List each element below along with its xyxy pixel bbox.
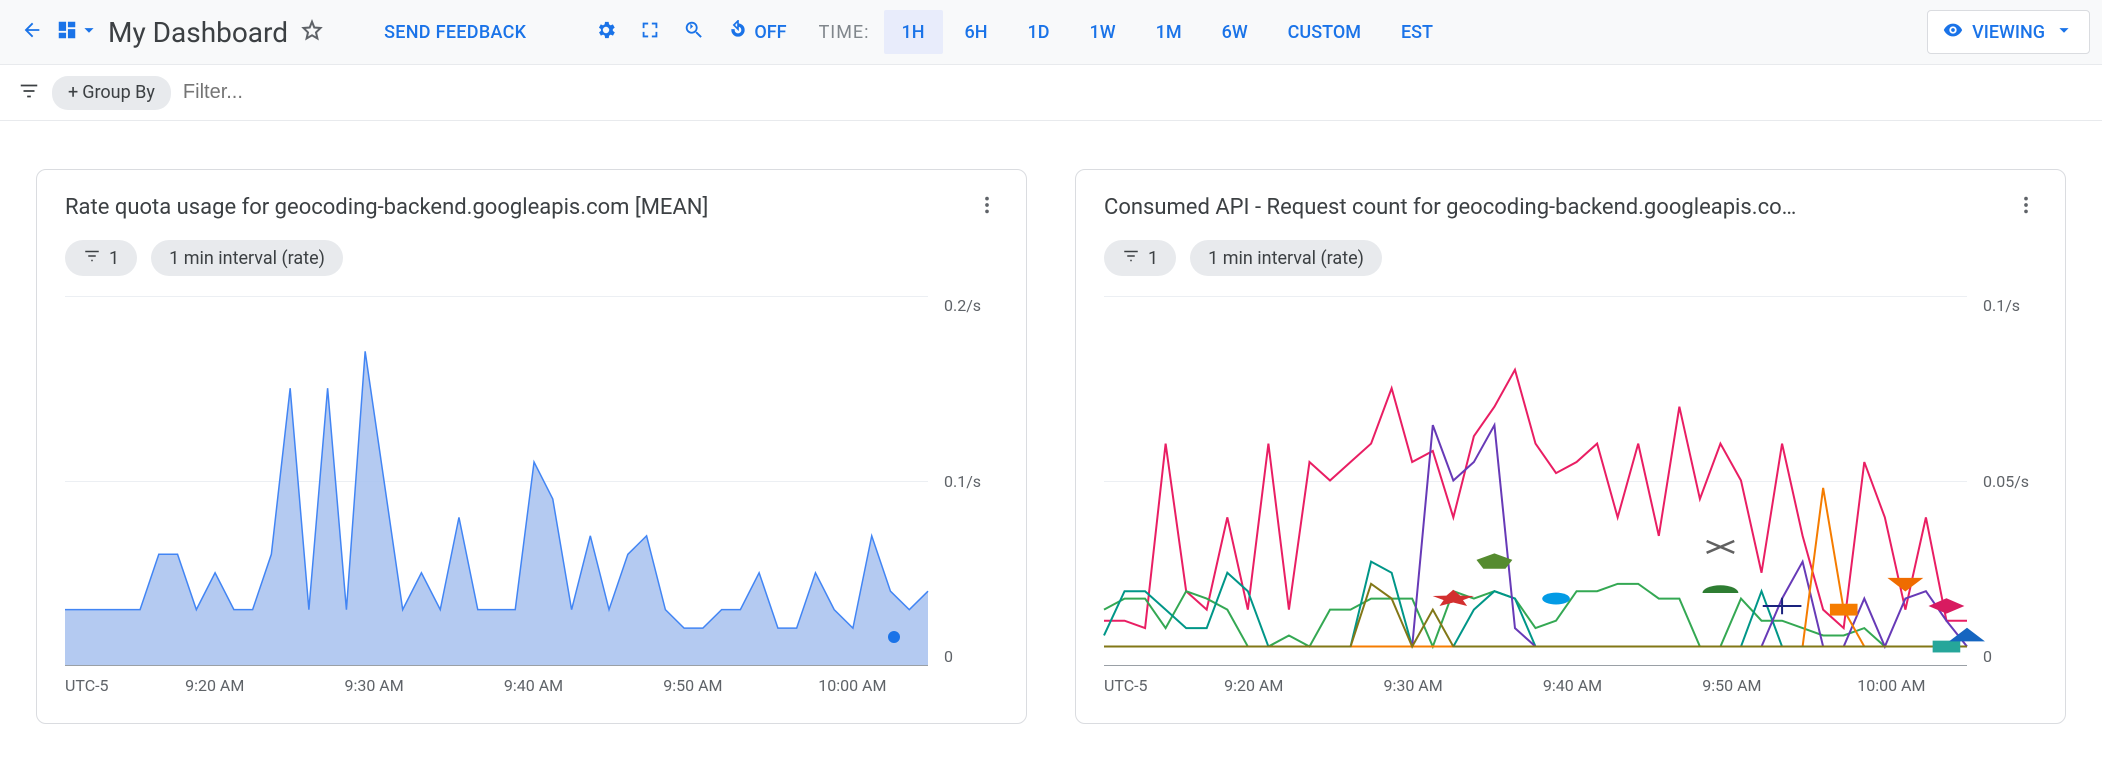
time-tab-custom[interactable]: CUSTOM <box>1270 10 1379 54</box>
chevron-down-icon <box>78 19 100 45</box>
back-button[interactable] <box>12 12 52 52</box>
send-feedback-button[interactable]: SEND FEEDBACK <box>372 22 538 43</box>
time-tab-1h[interactable]: 1H <box>884 10 943 54</box>
filter-icon[interactable] <box>18 80 40 106</box>
dashboard-selector[interactable] <box>56 19 100 45</box>
view-mode-button[interactable]: VIEWING <box>1927 10 2090 54</box>
magnify-reset-icon <box>683 19 705 45</box>
dashboard-menu-icon <box>56 19 78 45</box>
chevron-down-icon <box>2053 19 2075 46</box>
fullscreen-button[interactable] <box>630 12 670 52</box>
time-label: TIME: <box>801 22 880 43</box>
y-axis-labels: 0.2/s 0.1/s 0 <box>938 296 998 666</box>
time-tab-6w[interactable]: 6W <box>1204 10 1266 54</box>
filter-count-chip[interactable]: 1 <box>1104 240 1176 276</box>
filter-lines-icon <box>1122 247 1140 270</box>
settings-button[interactable] <box>586 12 626 52</box>
time-tab-1w[interactable]: 1W <box>1072 10 1134 54</box>
chart-plot-area[interactable] <box>1104 296 1967 666</box>
filter-count-chip[interactable]: 1 <box>65 240 137 276</box>
interval-label: 1 min interval (rate) <box>169 248 325 269</box>
filter-lines-icon <box>83 247 101 270</box>
kebab-icon <box>976 201 998 220</box>
filter-count-value: 1 <box>1148 248 1158 269</box>
x-axis-labels: UTC-5 9:20 AM 9:30 AM 9:40 AM 9:50 AM 10… <box>65 676 998 695</box>
chart-card-rate-quota: Rate quota usage for geocoding-backend.g… <box>36 169 1027 724</box>
gear-icon <box>595 19 617 45</box>
chart-plot-area[interactable] <box>65 296 928 666</box>
star-outline-icon <box>300 27 324 46</box>
chart-menu-button[interactable] <box>2015 194 2037 220</box>
auto-refresh-toggle[interactable]: OFF <box>718 20 796 45</box>
arrow-back-icon <box>21 19 43 45</box>
chart-title: Consumed API - Request count for geocodi… <box>1104 195 2003 220</box>
chart-title: Rate quota usage for geocoding-backend.g… <box>65 195 964 220</box>
time-tab-tz[interactable]: EST <box>1383 10 1451 54</box>
kebab-icon <box>2015 201 2037 220</box>
series-end-marker <box>888 631 900 643</box>
interval-label: 1 min interval (rate) <box>1208 248 1364 269</box>
interval-chip[interactable]: 1 min interval (rate) <box>1190 240 1382 276</box>
eye-icon <box>1942 19 1964 46</box>
filter-input[interactable] <box>183 73 2084 113</box>
refresh-icon <box>728 20 748 45</box>
group-by-chip[interactable]: + Group By <box>52 76 171 110</box>
filter-count-value: 1 <box>109 248 119 269</box>
top-toolbar: My Dashboard SEND FEEDBACK OFF TIME: 1H … <box>0 0 2102 65</box>
fullscreen-icon <box>639 19 661 45</box>
group-by-label: Group By <box>82 82 155 103</box>
chart-menu-button[interactable] <box>976 194 998 220</box>
favorite-button[interactable] <box>300 18 324 46</box>
interval-chip[interactable]: 1 min interval (rate) <box>151 240 343 276</box>
view-mode-label: VIEWING <box>1972 22 2045 43</box>
time-tab-6h[interactable]: 6H <box>947 10 1006 54</box>
chart-card-request-count: Consumed API - Request count for geocodi… <box>1075 169 2066 724</box>
x-axis-labels: UTC-5 9:20 AM 9:30 AM 9:40 AM 9:50 AM 10… <box>1104 676 2037 695</box>
dashboard-title: My Dashboard <box>108 16 288 49</box>
charts-grid: Rate quota usage for geocoding-backend.g… <box>0 121 2102 772</box>
plus-icon: + <box>68 82 78 103</box>
reset-zoom-button[interactable] <box>674 12 714 52</box>
time-tab-1m[interactable]: 1M <box>1138 10 1200 54</box>
time-tab-1d[interactable]: 1D <box>1010 10 1068 54</box>
auto-refresh-label: OFF <box>754 22 786 43</box>
y-axis-labels: 0.1/s 0.05/s 0 <box>1977 296 2037 666</box>
filter-bar: + Group By <box>0 65 2102 121</box>
